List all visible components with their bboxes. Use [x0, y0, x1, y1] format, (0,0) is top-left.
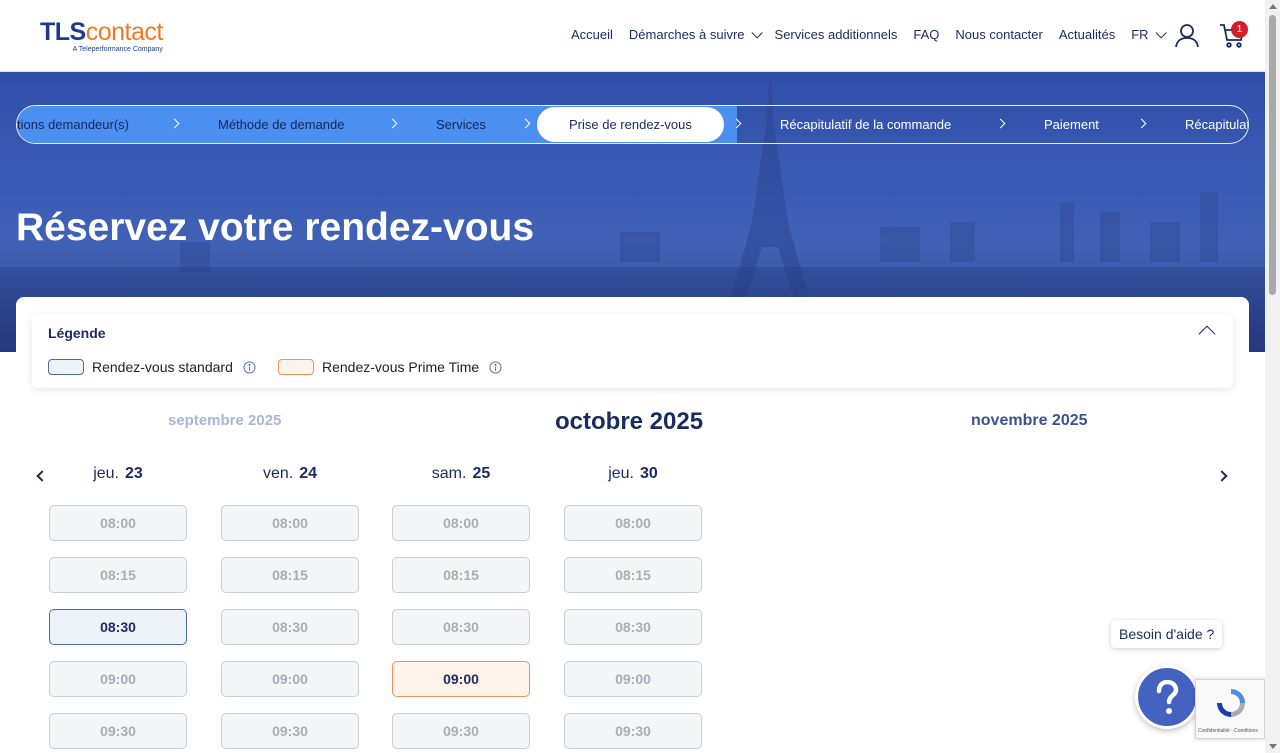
page-title: Réservez votre rendez-vous: [16, 206, 535, 249]
nav-demarches[interactable]: Démarches à suivre: [629, 26, 763, 42]
time-slot-unavailable: 08:15: [221, 557, 359, 593]
booking-card: Légende Rendez-vous standard Rendez-vous…: [16, 297, 1249, 753]
day-column: jeu. 30 08:00 08:15 08:30 09:00 09:30: [564, 465, 702, 749]
day-column: jeu. 23 08:00 08:15 08:30 09:00 09:30: [49, 465, 187, 749]
question-mark-icon: [1156, 680, 1179, 714]
step-paiement: Paiement: [1044, 117, 1099, 132]
time-slot-unavailable: 08:00: [221, 505, 359, 541]
time-slot-unavailable: 09:00: [221, 661, 359, 697]
month-next[interactable]: novembre 2025: [971, 412, 1088, 430]
time-slot-unavailable: 09:30: [221, 713, 359, 749]
legend-title: Légende: [48, 325, 106, 341]
chevron-left-icon[interactable]: [36, 470, 48, 482]
day-header: sam. 25: [431, 465, 491, 482]
scroll-down-arrow[interactable]: [1269, 744, 1277, 749]
standard-swatch: [48, 359, 84, 375]
chevron-right-icon: [1136, 118, 1147, 129]
recaptcha-badge: Confidentialité - Conditions: [1195, 679, 1265, 739]
legend-prime-time: Rendez-vous Prime Time: [278, 359, 502, 375]
legend-standard: Rendez-vous standard: [48, 359, 256, 375]
main-nav: Accueil Démarches à suivre Services addi…: [571, 26, 1179, 42]
time-slot-unavailable: 08:15: [392, 557, 530, 593]
time-slot-prime[interactable]: 09:00: [392, 661, 530, 697]
chevron-right-icon[interactable]: [1216, 470, 1228, 482]
chevron-up-icon[interactable]: [1198, 325, 1216, 343]
user-icon[interactable]: [1174, 22, 1200, 48]
step-prise-de-rendez-vous[interactable]: Prise de rendez-vous: [537, 107, 724, 142]
recaptcha-icon: [1217, 689, 1245, 717]
day-header: jeu. 23: [93, 465, 143, 482]
time-slot-unavailable: 08:00: [49, 505, 187, 541]
nav-nous-contacter[interactable]: Nous contacter: [955, 27, 1042, 42]
help-tooltip: Besoin d'aide ?: [1111, 620, 1223, 648]
chevron-down-icon: [750, 26, 763, 39]
day-column: sam. 25 08:00 08:15 08:30 09:00 09:30: [392, 465, 530, 749]
time-slot-unavailable: 08:00: [564, 505, 702, 541]
time-slot-unavailable: 08:00: [392, 505, 530, 541]
chevron-right-icon: [995, 118, 1006, 129]
time-slot-unavailable: 09:00: [564, 661, 702, 697]
chevron-down-icon: [1155, 26, 1167, 39]
legend-panel: Légende Rendez-vous standard Rendez-vous…: [32, 314, 1233, 388]
nav-faq[interactable]: FAQ: [913, 27, 939, 42]
prime-time-swatch: [278, 359, 314, 375]
language-selector[interactable]: FR: [1131, 26, 1167, 42]
day-header: jeu. 30: [608, 465, 658, 482]
nav-actualites[interactable]: Actualités: [1059, 27, 1115, 42]
time-slot-unavailable: 08:30: [564, 609, 702, 645]
month-current: octobre 2025: [555, 408, 704, 435]
step-informations-demandeurs[interactable]: tions demandeur(s): [17, 106, 129, 143]
progress-stepper: tions demandeur(s) Méthode de demande Se…: [16, 105, 1249, 144]
time-slot-unavailable: 08:15: [49, 557, 187, 593]
time-slot-unavailable: 09:30: [392, 713, 530, 749]
day-column: ven. 24 08:00 08:15 08:30 09:00 09:30: [221, 465, 359, 749]
nav-services-additionnels[interactable]: Services additionnels: [775, 27, 898, 42]
month-previous[interactable]: septembre 2025: [168, 412, 281, 429]
time-slot-standard[interactable]: 08:30: [49, 609, 187, 645]
time-slot-unavailable: 09:00: [49, 661, 187, 697]
cart-count-badge: 1: [1231, 21, 1248, 38]
step-recapitulatif-commande: Récapitulatif de la commande: [780, 117, 952, 132]
scroll-thumb[interactable]: [1269, 15, 1276, 295]
info-icon[interactable]: [489, 360, 502, 374]
nav-accueil[interactable]: Accueil: [571, 27, 613, 42]
page-scrollbar[interactable]: [1265, 0, 1280, 753]
scroll-up-arrow[interactable]: [1269, 4, 1277, 9]
step-recapitulatif: Récapitulat: [1185, 117, 1249, 132]
time-slot-unavailable: 09:30: [49, 713, 187, 749]
tlscontact-logo[interactable]: TLScontact A Teleperformance Company: [40, 20, 163, 54]
step-services[interactable]: Services: [436, 106, 486, 143]
time-slot-unavailable: 08:15: [564, 557, 702, 593]
site-header: TLScontact A Teleperformance Company Acc…: [0, 0, 1265, 72]
time-slot-unavailable: 09:30: [564, 713, 702, 749]
time-slot-unavailable: 08:30: [392, 609, 530, 645]
help-button[interactable]: [1135, 665, 1199, 729]
time-slot-unavailable: 08:30: [221, 609, 359, 645]
info-icon[interactable]: [243, 360, 256, 374]
day-header: ven. 24: [262, 465, 318, 482]
step-methode-de-demande[interactable]: Méthode de demande: [218, 106, 344, 143]
